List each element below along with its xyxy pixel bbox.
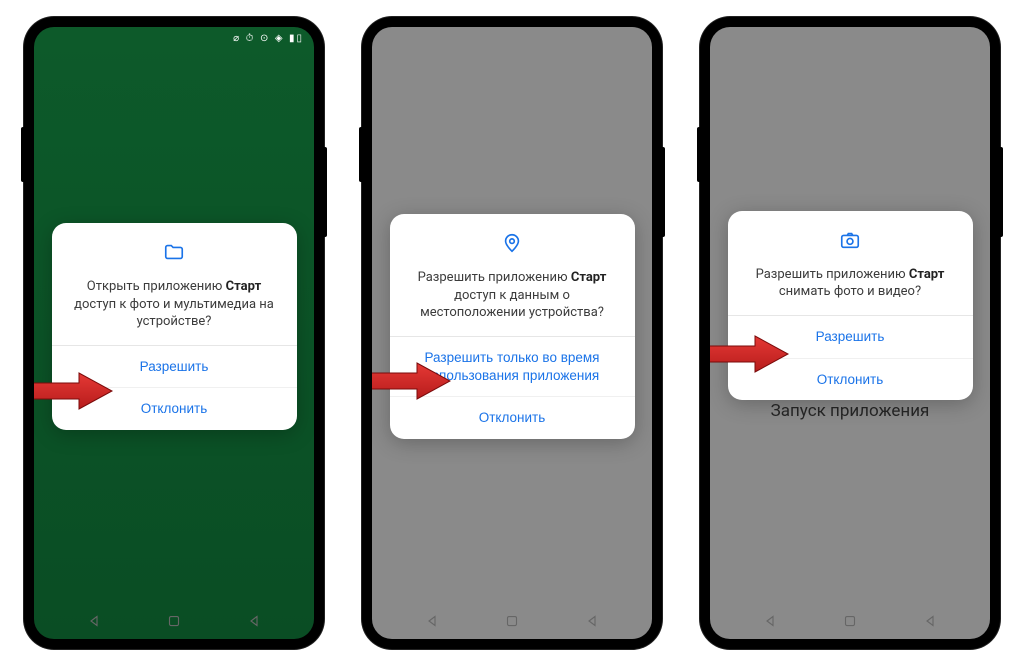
status-icons: ⌀ ⏱ ⊙ ◈ ▮▯	[233, 33, 304, 44]
nav-back-icon[interactable]	[423, 612, 441, 630]
nav-recent-icon[interactable]	[921, 612, 939, 630]
phone-mockup-3: Запуск приложения	[700, 17, 1000, 649]
phone-screen: ⌀ ⏱ ⊙ ◈ ▮▯	[34, 27, 314, 639]
nav-bar	[710, 603, 990, 639]
dialog-message: Разрешить приложению Старт снимать фото …	[744, 266, 957, 301]
deny-button[interactable]: Отклонить	[52, 387, 297, 430]
nav-home-icon[interactable]	[165, 612, 183, 630]
phone-mockup-2: Разрешить приложению Старт доступ к данн…	[362, 17, 662, 649]
camera-icon	[744, 229, 957, 256]
nav-recent-icon[interactable]	[245, 612, 263, 630]
allow-button[interactable]: Разрешить	[728, 316, 973, 358]
nav-recent-icon[interactable]	[583, 612, 601, 630]
deny-button[interactable]: Отклонить	[728, 358, 973, 401]
status-bar	[710, 27, 990, 51]
allow-button[interactable]: Разрешить	[52, 346, 297, 388]
permission-dialog: Открыть приложению Старт доступ к фото и…	[52, 223, 297, 430]
phone-screen: Разрешить приложению Старт доступ к данн…	[372, 27, 652, 639]
location-icon	[406, 232, 619, 259]
dialog-message: Разрешить приложению Старт доступ к данн…	[406, 269, 619, 322]
deny-button[interactable]: Отклонить	[390, 396, 635, 439]
status-bar	[372, 27, 652, 51]
nav-home-icon[interactable]	[841, 612, 859, 630]
folder-icon	[68, 241, 281, 268]
nav-bar	[34, 603, 314, 639]
dialog-message: Открыть приложению Старт доступ к фото и…	[68, 278, 281, 331]
nav-back-icon[interactable]	[761, 612, 779, 630]
phone-screen: Запуск приложения	[710, 27, 990, 639]
launch-text: Запуск приложения	[710, 401, 990, 421]
status-bar: ⌀ ⏱ ⊙ ◈ ▮▯	[34, 27, 314, 51]
nav-bar	[372, 603, 652, 639]
permission-dialog: Разрешить приложению Старт снимать фото …	[728, 211, 973, 400]
phone-mockup-1: ⌀ ⏱ ⊙ ◈ ▮▯	[24, 17, 324, 649]
nav-back-icon[interactable]	[85, 612, 103, 630]
allow-while-using-button[interactable]: Разрешить только во время использования …	[390, 337, 635, 396]
permission-dialog: Разрешить приложению Старт доступ к данн…	[390, 214, 635, 438]
nav-home-icon[interactable]	[503, 612, 521, 630]
